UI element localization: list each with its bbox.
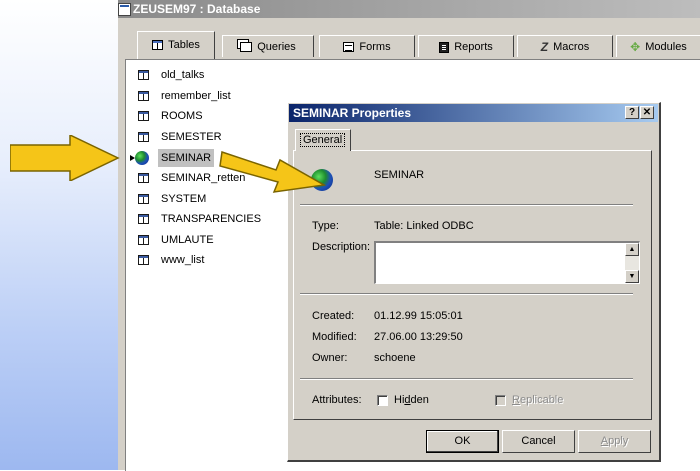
database-window-icon xyxy=(118,3,131,16)
table-icon xyxy=(138,255,149,265)
owner-value: schoene xyxy=(374,352,416,364)
tab-queries[interactable]: Queries xyxy=(222,35,314,57)
table-name: UMLAUTE xyxy=(161,234,214,246)
description-label: Description: xyxy=(312,241,371,253)
table-icon xyxy=(138,91,149,101)
table-name: TRANSPARENCIES xyxy=(161,213,262,225)
globe-icon xyxy=(135,151,149,165)
table-name: SEMESTER xyxy=(161,131,222,143)
tab-label: General xyxy=(300,133,346,147)
properties-dialog: SEMINAR Properties ? ✕ General SEMINAR T… xyxy=(287,102,661,462)
modified-label: Modified: xyxy=(312,331,357,343)
created-label: Created: xyxy=(312,310,355,322)
query-icon xyxy=(240,42,253,53)
scroll-down-icon[interactable]: ▼ xyxy=(625,270,639,283)
table-icon xyxy=(138,173,149,183)
table-icon xyxy=(152,40,164,51)
help-button[interactable]: ? xyxy=(625,106,639,119)
database-titlebar[interactable]: ZEUSEM97 : Database xyxy=(118,0,700,18)
tab-label: Modules xyxy=(645,41,687,54)
object-name: SEMINAR xyxy=(374,169,425,181)
table-name: SYSTEM xyxy=(161,193,207,205)
divider xyxy=(300,204,633,206)
replicable-label: Replicable xyxy=(512,394,564,406)
tab-general[interactable]: General xyxy=(295,129,351,151)
hidden-checkbox[interactable] xyxy=(377,395,388,406)
type-value: Table: Linked ODBC xyxy=(374,220,474,232)
tab-label: Forms xyxy=(359,41,391,54)
ok-button[interactable]: OK xyxy=(426,430,499,453)
table-icon xyxy=(138,235,149,245)
table-icon xyxy=(138,214,149,224)
description-scrollbar[interactable]: ▲ ▼ xyxy=(625,243,639,283)
table-name: SEMINAR xyxy=(158,149,215,167)
tab-label: Tables xyxy=(168,39,200,52)
table-icon xyxy=(138,70,149,80)
apply-button[interactable]: Apply xyxy=(578,430,651,453)
module-icon: ✥ xyxy=(630,40,641,55)
database-title: ZEUSEM97 : Database xyxy=(133,2,261,16)
type-label: Type: xyxy=(312,220,339,232)
table-name: old_talks xyxy=(161,69,205,81)
hidden-label: Hidden xyxy=(394,394,429,406)
tab-modules[interactable]: ✥ Modules xyxy=(616,35,700,57)
dialog-title: SEMINAR Properties xyxy=(293,106,412,120)
annotation-arrow-left xyxy=(10,135,120,181)
tab-label: Queries xyxy=(257,41,296,54)
tab-macros[interactable]: Z Macros xyxy=(517,35,613,57)
table-icon xyxy=(138,194,149,204)
close-button[interactable]: ✕ xyxy=(640,106,654,119)
table-icon xyxy=(138,111,149,121)
created-value: 01.12.99 15:05:01 xyxy=(374,310,463,322)
report-icon xyxy=(439,41,450,53)
slide-background xyxy=(0,0,118,470)
form-icon xyxy=(343,42,355,53)
tab-label: Macros xyxy=(553,41,590,54)
table-name: remember_list xyxy=(161,90,231,102)
modified-value: 27.06.00 13:29:50 xyxy=(374,331,463,343)
attributes-label: Attributes: xyxy=(312,394,362,406)
divider xyxy=(300,293,633,295)
table-icon xyxy=(138,132,149,142)
arrow-shape xyxy=(10,135,120,181)
arrow-shape xyxy=(219,151,327,193)
owner-label: Owner: xyxy=(312,352,348,364)
cancel-button[interactable]: Cancel xyxy=(502,430,575,453)
replicable-checkbox[interactable] xyxy=(495,395,506,406)
tab-tables[interactable]: Tables xyxy=(137,31,215,59)
description-field[interactable]: ▲ ▼ xyxy=(374,241,640,284)
tab-forms[interactable]: Forms xyxy=(319,35,415,57)
divider xyxy=(300,378,633,380)
dialog-titlebar[interactable]: SEMINAR Properties ? ✕ xyxy=(289,104,658,122)
tab-reports[interactable]: Reports xyxy=(418,35,514,57)
table-name: ROOMS xyxy=(161,110,203,122)
macro-icon: Z xyxy=(540,40,549,55)
tab-label: Reports xyxy=(454,41,493,54)
scroll-up-icon[interactable]: ▲ xyxy=(625,243,639,256)
table-name: www_list xyxy=(161,254,205,266)
